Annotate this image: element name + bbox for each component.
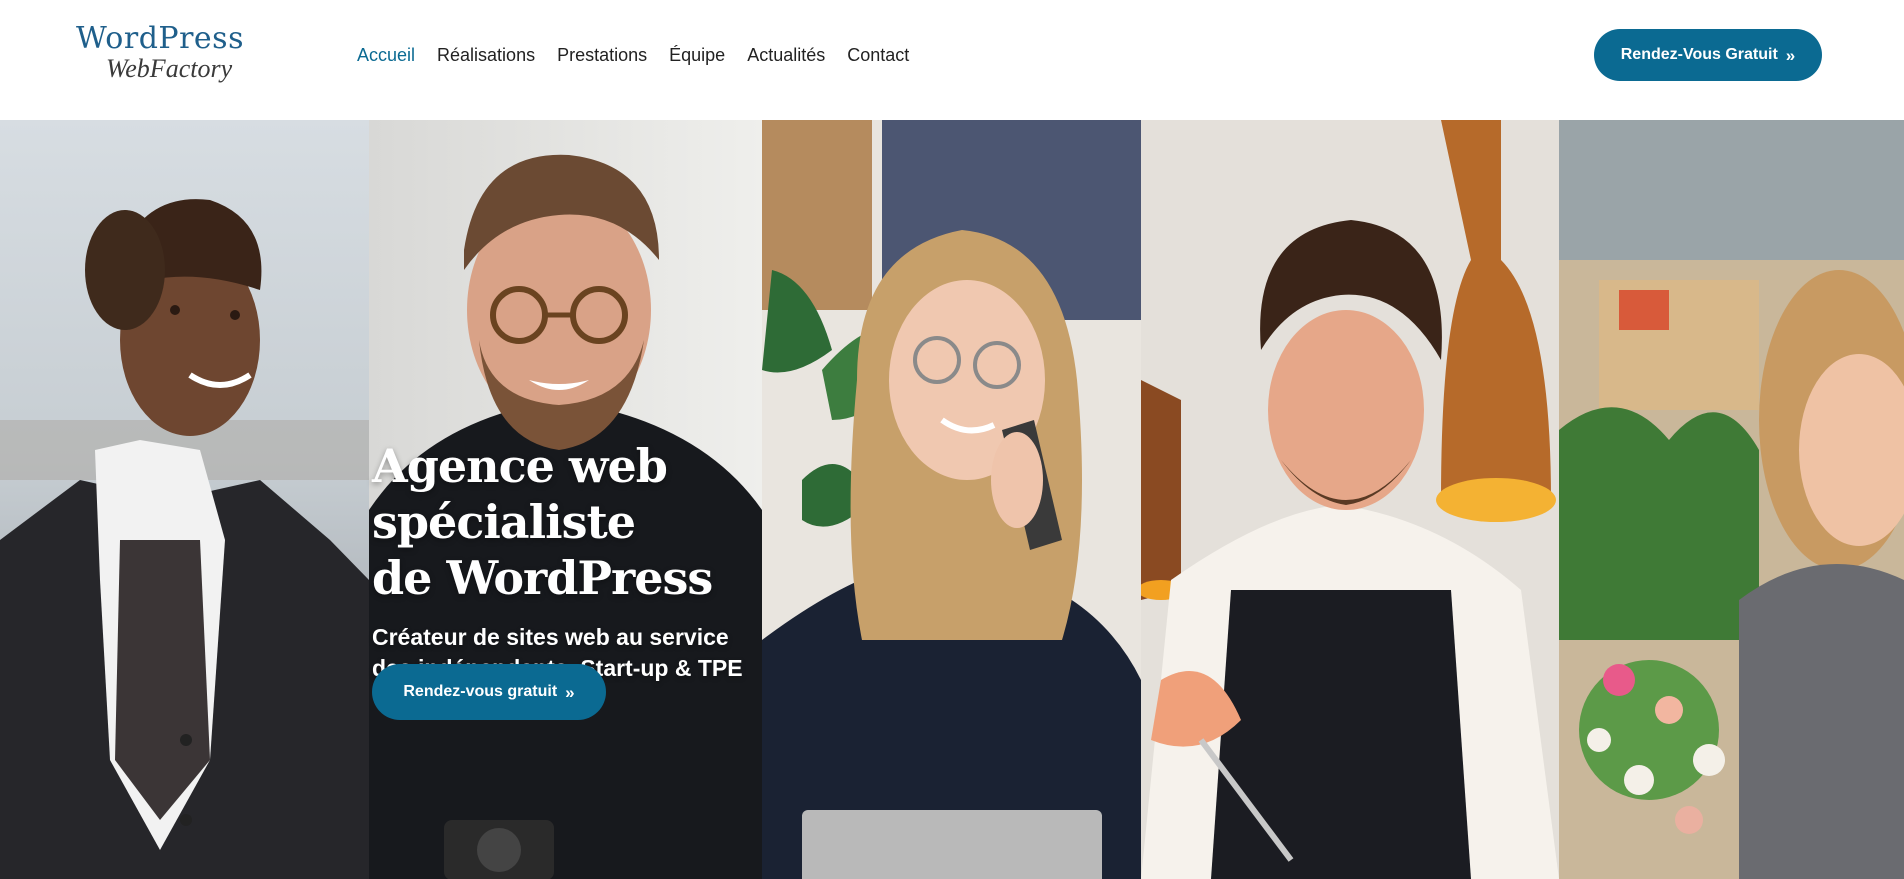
nav-item-contact[interactable]: Contact [847, 40, 909, 70]
nav-item-prestations[interactable]: Prestations [557, 40, 647, 70]
hero-text-block: Agence web spécialiste de WordPress Créa… [372, 438, 932, 684]
header-appointment-button[interactable]: Rendez-Vous Gratuit » [1594, 29, 1822, 81]
hero-photo-lawyer [0, 120, 369, 879]
site-logo[interactable]: WordPress WebFactory [76, 24, 266, 84]
nav-item-equipe[interactable]: Équipe [669, 40, 725, 70]
double-chevron-right-icon: » [1785, 45, 1796, 65]
nav-item-actualites[interactable]: Actualités [747, 40, 825, 70]
main-nav: Accueil Réalisations Prestations Équipe … [357, 40, 909, 70]
hero-subtitle-line-1: Créateur de sites web au service [372, 624, 729, 650]
header-appointment-label: Rendez-Vous Gratuit [1620, 46, 1778, 63]
logo-subtitle: WebFactory [106, 54, 233, 83]
hero-appointment-button[interactable]: Rendez-vous gratuit » [372, 664, 606, 720]
hero-title: Agence web spécialiste de WordPress [372, 438, 932, 606]
nav-item-accueil[interactable]: Accueil [357, 40, 415, 70]
hero-photo-florist [1559, 120, 1904, 879]
hero-photo-chef [1141, 120, 1559, 879]
hero-section: Agence web spécialiste de WordPress Créa… [0, 120, 1904, 879]
hero-title-line-1: Agence web spécialiste [372, 439, 668, 549]
hero-title-line-2: de WordPress [372, 551, 713, 605]
logo-wordmark: WordPress [76, 21, 244, 56]
site-header: WordPress WebFactory Accueil Réalisation… [0, 0, 1904, 120]
nav-item-realisations[interactable]: Réalisations [437, 40, 535, 70]
hero-appointment-label: Rendez-vous gratuit [403, 683, 558, 700]
double-chevron-right-icon: » [565, 682, 575, 702]
